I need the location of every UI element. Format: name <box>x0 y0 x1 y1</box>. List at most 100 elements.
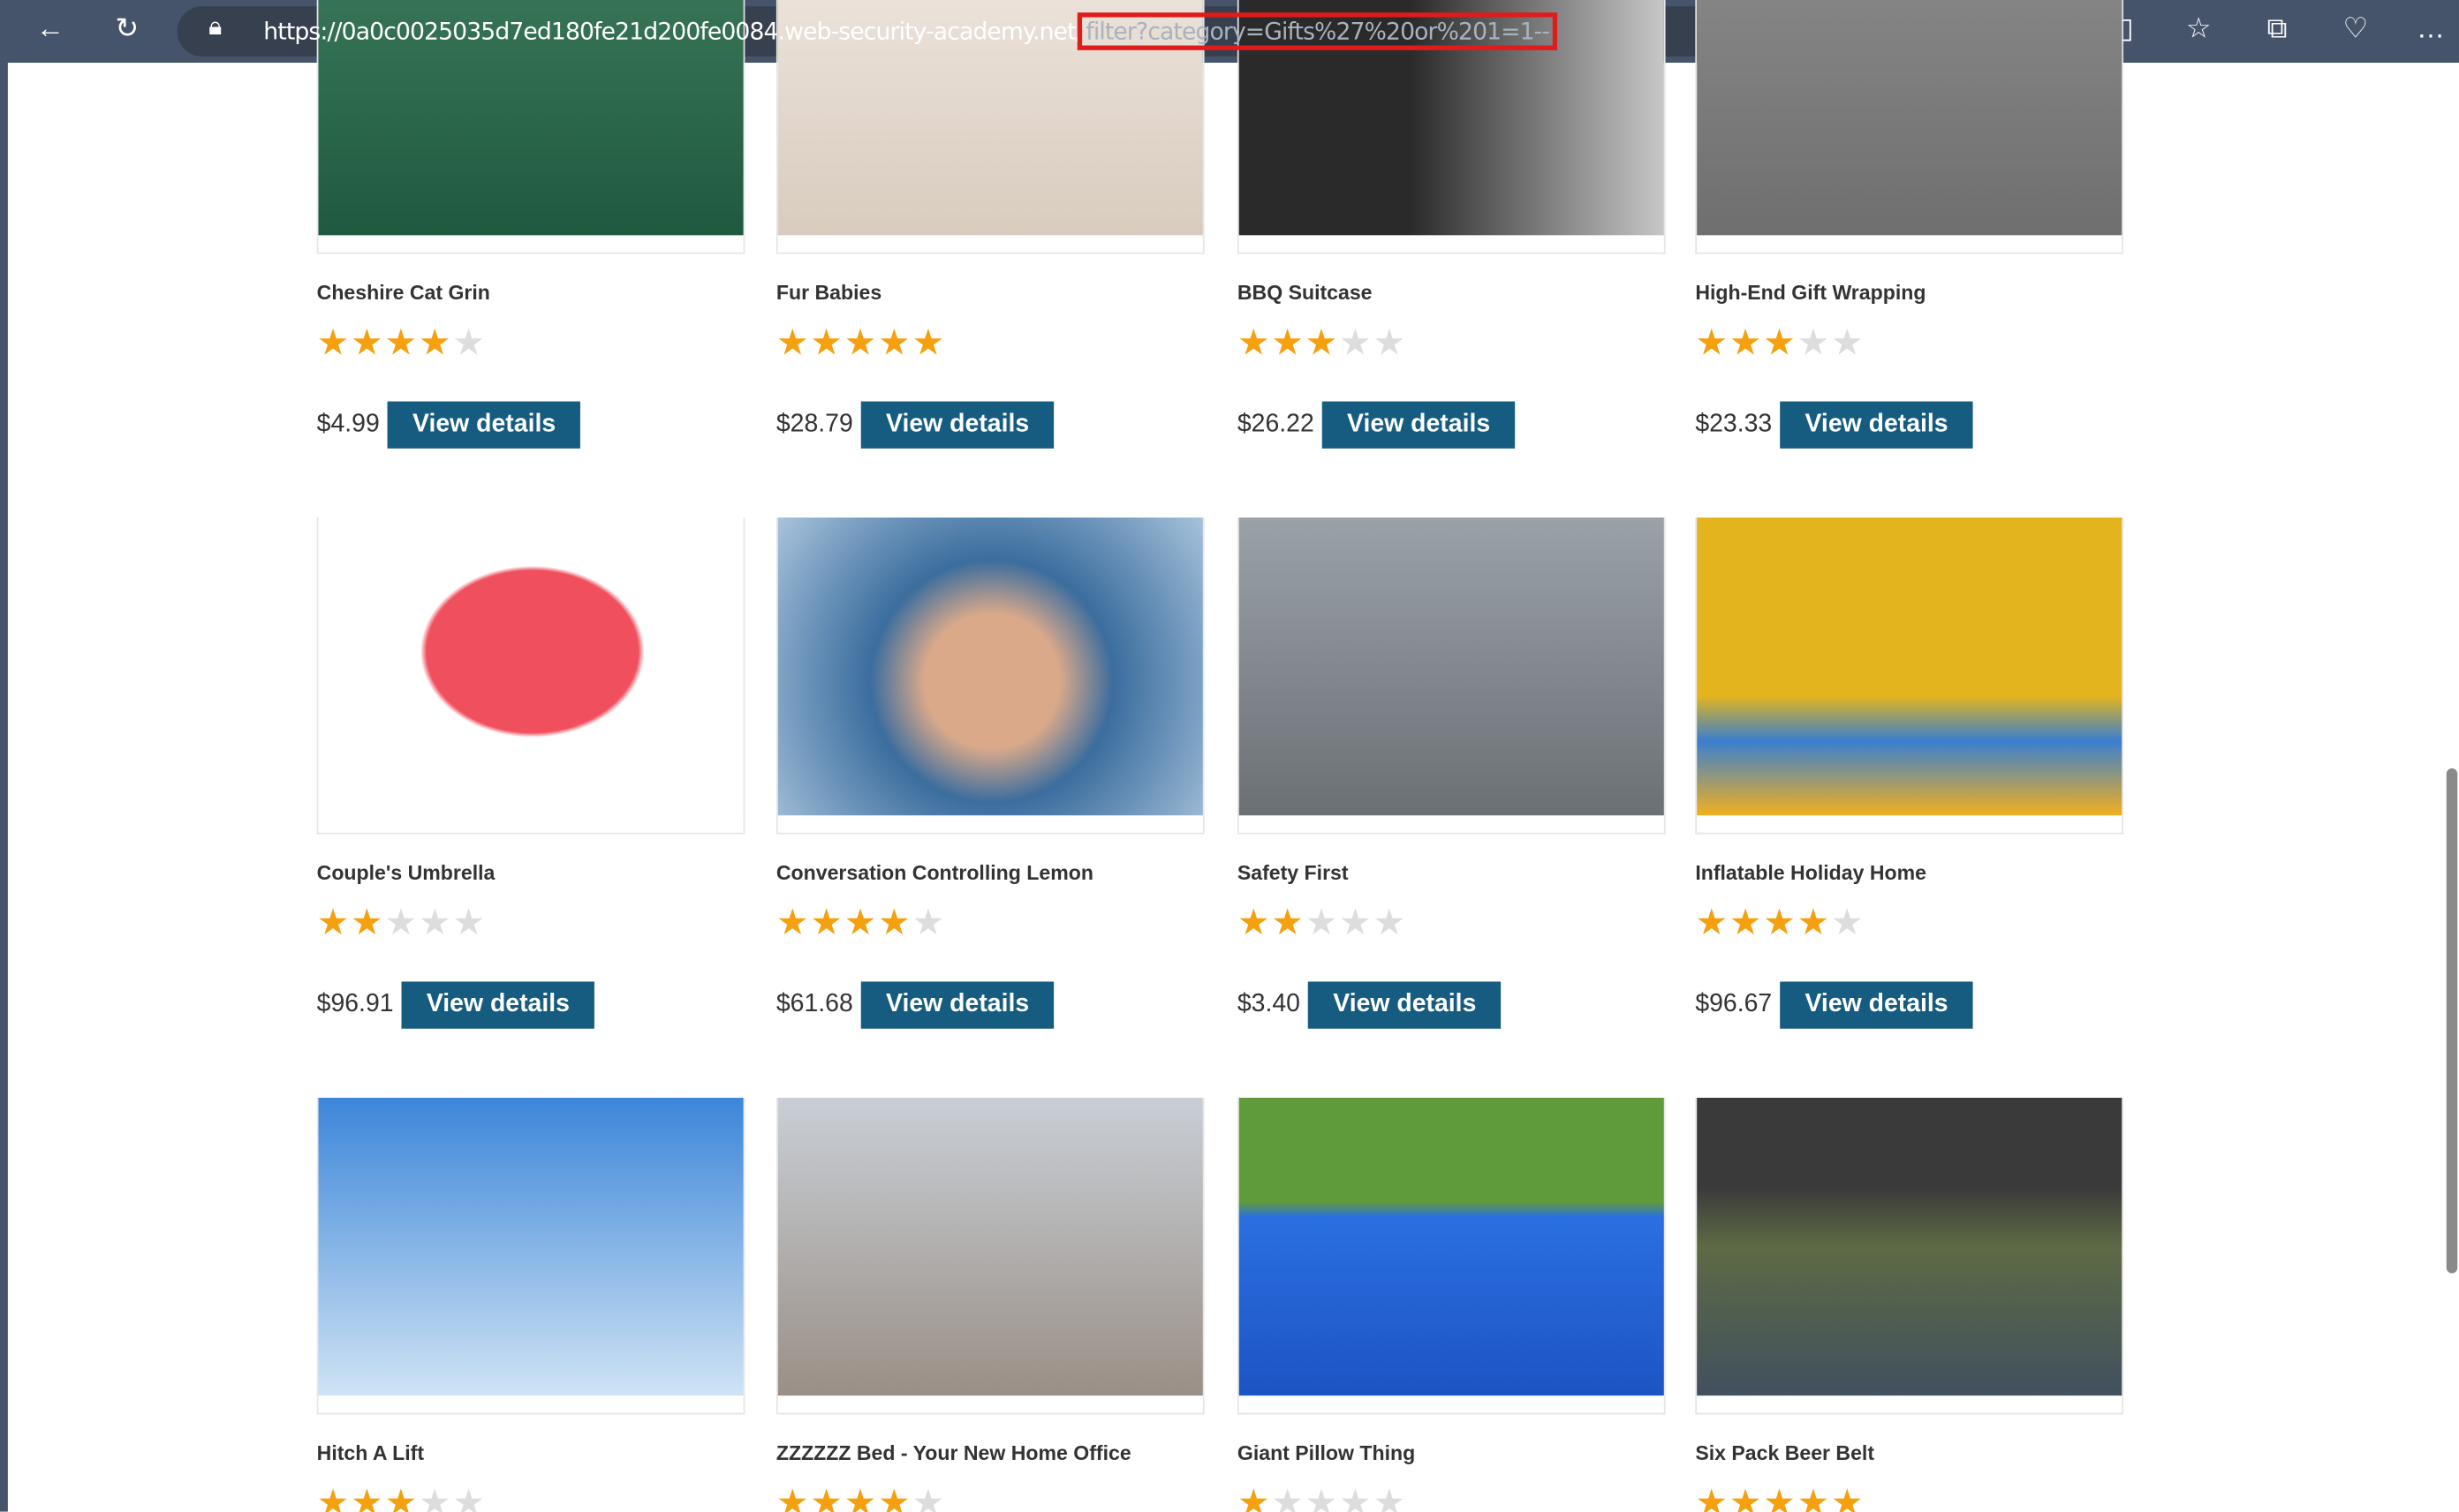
scrollbar[interactable] <box>2443 63 2459 1512</box>
browser-window: ← ↻ 🔒︎ https://0a0c0025035d7ed180fe21d20… <box>0 0 2459 1512</box>
star-icon: ★ <box>1830 321 1865 363</box>
rating-stars: ★★★★★ <box>1695 903 2123 941</box>
product-image-frame <box>316 517 745 835</box>
product-card: Cheshire Cat Grin ★★★★★ $4.99 View detail… <box>316 0 745 449</box>
product-title: High-End Gift Wrapping <box>1695 280 1926 305</box>
scrollbar-thumb[interactable] <box>2446 767 2458 1274</box>
left-edge <box>0 63 8 1512</box>
star-icon: ★ <box>912 321 946 363</box>
product-image <box>318 517 744 816</box>
price-row: $23.33 View details <box>1695 401 2123 449</box>
star-icon: ★ <box>418 321 453 363</box>
rating-stars: ★★★★★ <box>1695 1484 2123 1512</box>
price-row: $3.40 View details <box>1237 981 1666 1029</box>
product-image-frame <box>1695 0 2124 254</box>
refresh-icon[interactable]: ↻ <box>109 12 147 45</box>
view-details-button[interactable]: View details <box>401 981 595 1029</box>
product-card: Inflatable Holiday Home ★★★★★ $96.67 View… <box>1695 517 2124 1029</box>
rating-stars: ★★★★★ <box>317 903 745 941</box>
product-image-frame <box>316 1097 745 1415</box>
star-icon: ★ <box>1339 321 1373 363</box>
view-details-button[interactable]: View details <box>860 981 1055 1029</box>
product-title: Hitch A Lift <box>316 1440 425 1465</box>
rating-stars: ★★★★★ <box>776 323 1205 361</box>
product-price: $4.99 <box>316 411 380 438</box>
star-icon: ★ <box>1763 1481 1797 1512</box>
star-icon: ★ <box>1373 901 1407 943</box>
star-icon: ★ <box>1373 321 1407 363</box>
product-image-frame <box>776 517 1205 835</box>
star-icon: ★ <box>1271 321 1305 363</box>
lock-icon[interactable]: 🔒︎ <box>208 14 222 42</box>
view-details-button[interactable]: View details <box>1780 981 1974 1029</box>
star-icon: ★ <box>912 1481 946 1512</box>
product-image <box>318 1097 744 1396</box>
favorites-icon[interactable]: ☆ <box>2180 12 2218 45</box>
product-price: $96.91 <box>316 991 394 1018</box>
star-icon: ★ <box>810 321 844 363</box>
star-icon: ★ <box>776 901 811 943</box>
star-icon: ★ <box>316 321 352 363</box>
star-icon: ★ <box>1830 1481 1865 1512</box>
star-icon: ★ <box>1305 901 1340 943</box>
rating-stars: ★★★★★ <box>776 1484 1205 1512</box>
view-details-button[interactable]: View details <box>387 401 581 449</box>
star-icon: ★ <box>1695 901 1729 943</box>
view-details-button[interactable]: View details <box>1780 401 1974 449</box>
star-icon: ★ <box>384 1481 419 1512</box>
product-price: $26.22 <box>1237 411 1314 438</box>
product-title: Fur Babies <box>776 280 882 305</box>
product-image-frame <box>1237 1097 1666 1415</box>
star-icon: ★ <box>1729 901 1764 943</box>
back-icon[interactable]: ← <box>32 12 70 45</box>
star-icon: ★ <box>384 321 419 363</box>
rating-stars: ★★★★★ <box>317 1484 745 1512</box>
product-title: Conversation Controlling Lemon <box>776 860 1093 885</box>
star-icon: ★ <box>1305 321 1340 363</box>
product-image <box>777 1097 1203 1396</box>
star-icon: ★ <box>1695 321 1729 363</box>
star-icon: ★ <box>351 901 385 943</box>
rating-stars: ★★★★★ <box>1237 1484 1666 1512</box>
product-card: ZZZZZZ Bed - Your New Home Office ★★★★★ <box>776 1097 1205 1512</box>
star-icon: ★ <box>1830 901 1865 943</box>
star-icon: ★ <box>1373 1481 1407 1512</box>
star-icon: ★ <box>1271 1481 1305 1512</box>
rating-stars: ★★★★★ <box>1237 903 1666 941</box>
product-title: Six Pack Beer Belt <box>1695 1440 1875 1465</box>
product-title: Giant Pillow Thing <box>1237 1440 1416 1465</box>
more-icon[interactable]: … <box>2412 12 2450 45</box>
star-icon: ★ <box>351 1481 385 1512</box>
star-icon: ★ <box>878 321 912 363</box>
view-details-button[interactable]: View details <box>1307 981 1502 1029</box>
rating-stars: ★★★★★ <box>1695 323 2123 361</box>
url-text[interactable]: https://0a0c0025035d7ed180fe21d200fe0084… <box>263 12 1557 50</box>
price-row: $96.91 View details <box>316 981 745 1029</box>
star-icon: ★ <box>1237 901 1272 943</box>
product-image <box>1697 1097 2122 1396</box>
product-price: $3.40 <box>1237 991 1300 1018</box>
product-price: $28.79 <box>776 411 853 438</box>
product-title: BBQ Suitcase <box>1237 280 1373 305</box>
star-icon: ★ <box>316 1481 352 1512</box>
view-details-button[interactable]: View details <box>860 401 1055 449</box>
star-icon: ★ <box>912 901 946 943</box>
product-title: Cheshire Cat Grin <box>316 280 490 305</box>
star-icon: ★ <box>810 1481 844 1512</box>
price-row: $4.99 View details <box>316 401 745 449</box>
collections-icon[interactable]: ⧉ <box>2258 12 2296 45</box>
product-image-frame <box>776 1097 1205 1415</box>
view-details-button[interactable]: View details <box>1321 401 1516 449</box>
product-card: BBQ Suitcase ★★★★★ $26.22 View details <box>1237 0 1666 449</box>
product-title: Couple's Umbrella <box>316 860 496 885</box>
rating-stars: ★★★★★ <box>776 903 1205 941</box>
browser-essentials-icon[interactable]: ♡ <box>2336 12 2374 45</box>
star-icon: ★ <box>1729 1481 1764 1512</box>
star-icon: ★ <box>1339 1481 1373 1512</box>
star-icon: ★ <box>418 901 453 943</box>
price-row: $28.79 View details <box>776 401 1205 449</box>
product-image <box>1238 1097 1664 1396</box>
star-icon: ★ <box>1271 901 1305 943</box>
star-icon: ★ <box>1797 901 1831 943</box>
product-card: Six Pack Beer Belt ★★★★★ <box>1695 1097 2124 1512</box>
